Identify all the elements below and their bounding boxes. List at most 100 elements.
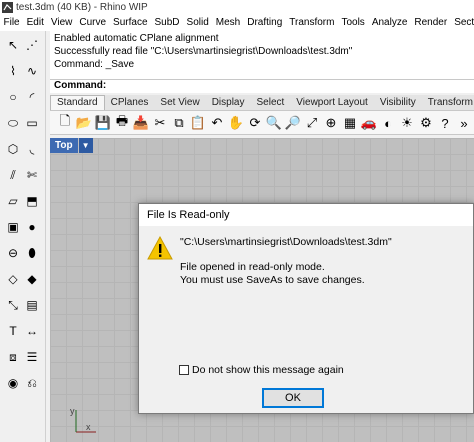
fillet-icon[interactable]: ◟ bbox=[24, 141, 40, 157]
standard-toolbar: 🗋 📂 💾 🖶 📥 ✂ ⧉ 📋 ↶ ✋ ⟳ 🔍 🔎 ⤢ ⊕ ▦ 🚗 ◐ ☀ ⚙?» bbox=[50, 111, 474, 135]
viewport-menu-arrow-icon[interactable]: ▼ bbox=[78, 138, 93, 153]
read-only-dialog: File Is Read-only "C:\Users\martinsiegri… bbox=[138, 203, 474, 414]
axis-y-label: y bbox=[70, 406, 75, 416]
arc-icon[interactable]: ◜ bbox=[24, 89, 40, 105]
group-icon[interactable]: ⧈ bbox=[5, 349, 21, 365]
more-icon[interactable]: » bbox=[455, 114, 473, 132]
box-icon[interactable]: ▣ bbox=[5, 219, 21, 235]
tab-cplanes[interactable]: CPlanes bbox=[105, 96, 155, 110]
zoom-selected-icon[interactable]: ⊕ bbox=[322, 114, 340, 132]
subd-icon[interactable]: ◆ bbox=[24, 271, 40, 287]
menu-item-mesh[interactable]: Mesh bbox=[212, 17, 243, 28]
dont-show-label[interactable]: Do not show this message again bbox=[192, 364, 344, 376]
menu-item-surface[interactable]: Surface bbox=[110, 17, 151, 28]
cut-icon[interactable]: ✂ bbox=[151, 114, 169, 132]
sphere-icon[interactable]: ● bbox=[24, 219, 40, 235]
light-icon[interactable]: ☀ bbox=[398, 114, 416, 132]
zoom-dynamic-icon[interactable]: 🔍 bbox=[265, 114, 283, 132]
dialog-body: "C:\Users\martinsiegrist\Downloads\test.… bbox=[139, 226, 473, 413]
toolbar-tabs: Standard CPlanes Set View Display Select View… bbox=[50, 95, 474, 111]
dialog-title: File Is Read-only bbox=[139, 204, 473, 226]
boolean-icon[interactable]: ⊖ bbox=[5, 245, 21, 261]
menu-item-drafting[interactable]: Drafting bbox=[244, 17, 286, 28]
undo-icon[interactable]: ↶ bbox=[208, 114, 226, 132]
tab-set-view[interactable]: Set View bbox=[154, 96, 205, 110]
array-icon[interactable]: ▤ bbox=[24, 297, 40, 313]
rectangle-icon[interactable]: ▭ bbox=[24, 115, 40, 131]
trim-icon[interactable]: ✄ bbox=[24, 167, 40, 183]
ok-button[interactable]: OK bbox=[262, 388, 324, 408]
material-icon[interactable]: ◐ bbox=[379, 114, 397, 132]
menu-item-view[interactable]: View bbox=[47, 17, 76, 28]
world-axes-icon: x y bbox=[70, 406, 96, 433]
tab-transform[interactable]: Transform bbox=[422, 96, 474, 110]
zoom-extents-icon[interactable]: ⤢ bbox=[303, 114, 321, 132]
warning-icon bbox=[147, 236, 173, 260]
menu-item-edit[interactable]: Edit bbox=[23, 17, 47, 28]
extrude-icon[interactable]: ⬒ bbox=[24, 193, 40, 209]
menu-item-render[interactable]: Render bbox=[411, 17, 451, 28]
tab-visibility[interactable]: Visibility bbox=[374, 96, 422, 110]
text-icon[interactable]: T bbox=[5, 323, 21, 339]
layer-icon[interactable]: ☰ bbox=[24, 349, 40, 365]
copy-icon[interactable]: ⧉ bbox=[170, 114, 188, 132]
polygon-icon[interactable]: ⬡ bbox=[5, 141, 21, 157]
ellipse-icon[interactable]: ⬭ bbox=[5, 115, 21, 131]
dimension-icon[interactable]: ↔ bbox=[24, 323, 40, 339]
save-icon[interactable]: 💾 bbox=[94, 114, 112, 132]
history-icon[interactable]: ⎌ bbox=[24, 375, 40, 391]
rotate-view-icon[interactable]: ⟳ bbox=[246, 114, 264, 132]
open-folder-icon[interactable]: 📂 bbox=[75, 114, 93, 132]
menu-item-solid[interactable]: Solid bbox=[183, 17, 212, 28]
axis-x-label: x bbox=[86, 422, 91, 432]
history-line: Enabled automatic CPlane alignment bbox=[54, 33, 219, 44]
paste-icon[interactable]: 📋 bbox=[189, 114, 207, 132]
select-points-icon[interactable]: ⋰ bbox=[24, 37, 40, 53]
cylinder-icon[interactable]: ⬮ bbox=[24, 245, 40, 261]
file-path-text: "C:\Users\martinsiegrist\Downloads\test.… bbox=[180, 236, 392, 248]
zoom-window-icon[interactable]: 🔎 bbox=[284, 114, 302, 132]
new-file-icon[interactable]: 🗋 bbox=[56, 113, 74, 132]
command-prompt-label: Command: bbox=[54, 80, 107, 91]
help-icon[interactable]: ? bbox=[436, 114, 454, 132]
transform-icon[interactable]: ⤡ bbox=[5, 297, 21, 313]
left-tool-palette: ↖ ⋰ ⌇ ∿ ○ ◜ ⬭ ▭ ⬡ ◟ ⫽ ✄ ▱ ⬒ ▣ ● ⊖ ⬮ ◇ ◆ ⤡ ▤ T ↔ ⧈ ☰ ◉ ⎌ bbox=[0, 31, 46, 442]
menu-item-analyze[interactable]: Analyze bbox=[368, 17, 411, 28]
tab-standard[interactable]: Standard bbox=[50, 95, 105, 110]
menu-item-tools[interactable]: Tools bbox=[338, 17, 368, 28]
polyline-icon[interactable]: ⌇ bbox=[5, 63, 21, 79]
menu-item-subd[interactable]: SubD bbox=[151, 17, 183, 28]
menu-item-curve[interactable]: Curve bbox=[76, 17, 110, 28]
dont-show-checkbox[interactable] bbox=[179, 365, 189, 375]
offset-icon[interactable]: ⫽ bbox=[5, 167, 21, 183]
settings-icon[interactable]: ⚙ bbox=[417, 114, 435, 132]
tab-viewport-layout[interactable]: Viewport Layout bbox=[290, 96, 374, 110]
mesh-icon[interactable]: ◇ bbox=[5, 271, 21, 287]
menu-item-file[interactable]: File bbox=[0, 17, 23, 28]
saveas-hint: You must use SaveAs to save changes. bbox=[180, 274, 365, 286]
history-line: Successfully read file "C:\Users\martins… bbox=[54, 46, 353, 57]
tab-select[interactable]: Select bbox=[251, 96, 291, 110]
surface-icon[interactable]: ▱ bbox=[5, 193, 21, 209]
viewport-icon[interactable]: ▦ bbox=[341, 114, 359, 132]
title-bar: test.3dm (40 KB) - Rhino WIP bbox=[0, 0, 474, 14]
viewport-title: Top ▼ bbox=[50, 138, 93, 153]
select-icon[interactable]: ↖ bbox=[5, 37, 21, 53]
command-prompt[interactable]: Command: bbox=[50, 79, 474, 93]
window-title: test.3dm (40 KB) - Rhino WIP bbox=[16, 1, 148, 13]
tab-display[interactable]: Display bbox=[206, 96, 251, 110]
print-icon[interactable]: 🖶 bbox=[113, 113, 131, 132]
car-render-icon[interactable]: 🚗 bbox=[360, 114, 378, 132]
rhino-app-icon bbox=[2, 1, 13, 13]
render-icon[interactable]: ◉ bbox=[5, 375, 21, 391]
history-line: Command: _Save bbox=[54, 59, 135, 70]
import-icon[interactable]: 📥 bbox=[132, 114, 150, 132]
menu-item-sectiontools[interactable]: SectionTools bbox=[451, 17, 474, 28]
menu-bar: File Edit View Curve Surface SubD Solid Mesh Dra… bbox=[0, 14, 474, 31]
pan-icon[interactable]: ✋ bbox=[227, 114, 245, 132]
circle-icon[interactable]: ○ bbox=[5, 89, 21, 105]
curve-icon[interactable]: ∿ bbox=[24, 63, 40, 79]
menu-item-transform[interactable]: Transform bbox=[286, 17, 338, 28]
viewport-name-tab[interactable]: Top bbox=[50, 138, 78, 153]
read-only-message: File opened in read-only mode. bbox=[180, 261, 325, 273]
